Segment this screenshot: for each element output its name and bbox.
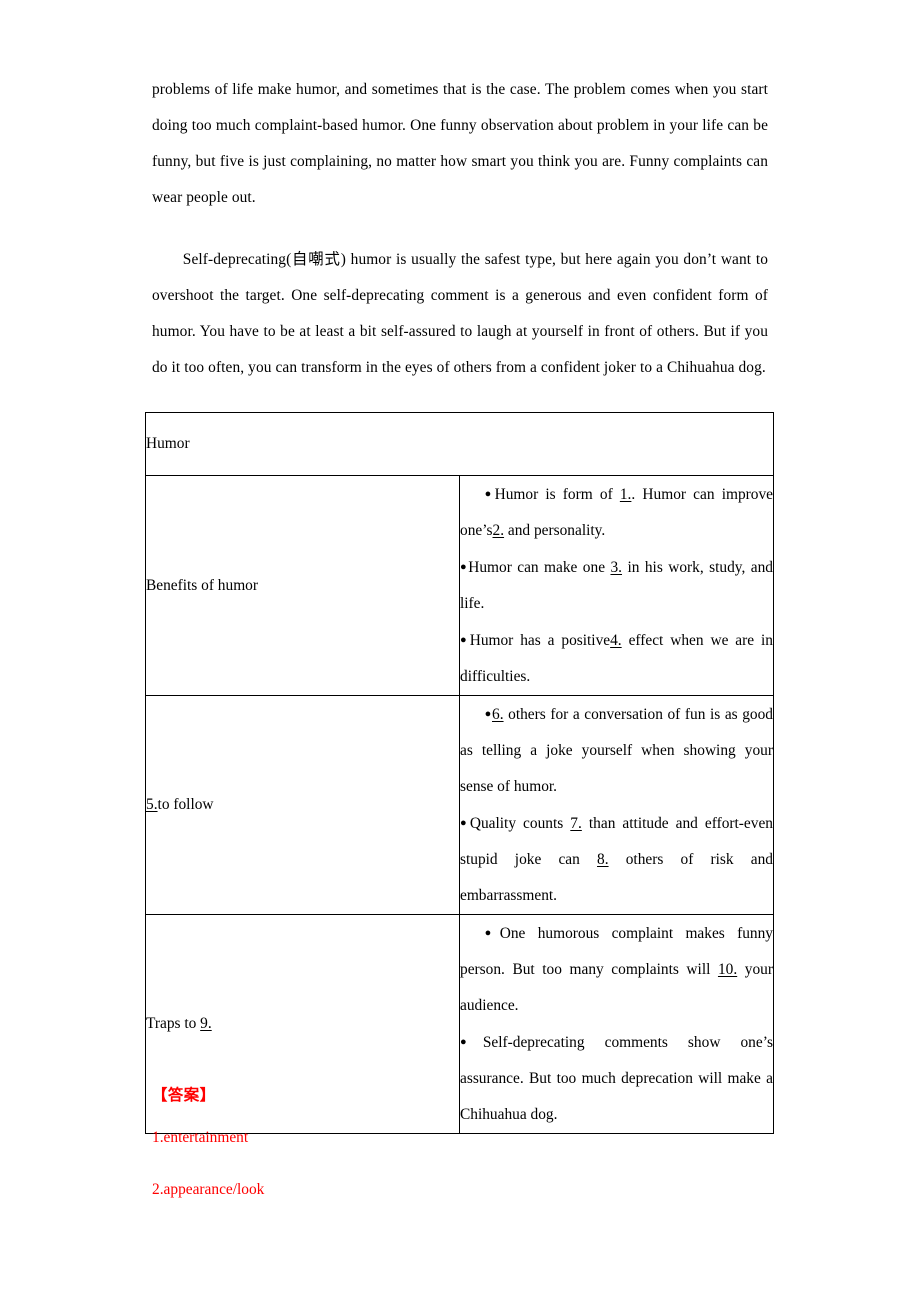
answer-blank: 8. — [597, 851, 609, 868]
label-suffix: to follow — [157, 796, 214, 813]
answer-blank: 1. — [619, 486, 632, 503]
answer-blank: 4. — [610, 632, 622, 649]
humor-summary-table: Humor Benefits of humor ●Humor is form o… — [145, 412, 774, 1134]
paragraph-1: problems of life make humor, and sometim… — [152, 81, 768, 206]
row-label-benefits: Benefits of humor — [145, 475, 460, 696]
seg: Humor is form of — [494, 486, 620, 503]
label-blank: 9. — [200, 1015, 212, 1032]
row-content-benefits: ●Humor is form of 1.. Humor can improve … — [459, 475, 774, 696]
bullet-icon: ● — [460, 634, 470, 646]
table-body: Humor Benefits of humor ●Humor is form o… — [145, 412, 774, 1134]
bullet-icon: ● — [484, 927, 500, 939]
seg: Humor has a positive — [469, 632, 611, 649]
paragraph-2: Self-deprecating(自嘲式) humor is usually t… — [152, 251, 768, 376]
bullet-icon: ● — [460, 1036, 483, 1048]
answer-heading: 【答案】 — [152, 1086, 216, 1104]
bullet-item: ●Quality counts 7. than attitude and eff… — [460, 805, 773, 914]
seg: and personality. — [504, 522, 606, 539]
answer-item-1: 1.entertainment — [152, 1129, 249, 1146]
bullet-icon: ● — [484, 708, 493, 720]
table-header-row: Humor — [145, 412, 774, 476]
seg: Quality counts — [469, 815, 571, 832]
bullet-item: ●One humorous complaint makes funny pers… — [460, 915, 773, 1024]
row-content-tips: ●6. others for a conversation of fun is … — [459, 695, 774, 915]
label-blank: 5. — [146, 796, 158, 813]
seg: others for a conversation of fun is as g… — [460, 706, 774, 795]
table-spacer — [152, 386, 768, 412]
answer-section: 【答案】 1.entertainment 2.appearance/look — [152, 1078, 768, 1216]
answer-blank: 2. — [492, 522, 505, 539]
bullet-item: ●Humor has a positive4. effect when we a… — [460, 622, 773, 695]
document-page: problems of life make humor, and sometim… — [0, 0, 920, 1302]
table-row: 5.to follow ●6. others for a conversatio… — [145, 695, 774, 915]
bullet-item: ●Humor can make one 3. in his work, stud… — [460, 549, 773, 622]
label-suffix: Benefits of humor — [146, 576, 258, 594]
row-label-tips: 5.to follow — [145, 695, 460, 915]
answer-blank: 6. — [492, 706, 504, 723]
seg: Humor can make one — [468, 559, 611, 576]
bullet-icon: ● — [484, 488, 495, 500]
bullet-item: ●Humor is form of 1.. Humor can improve … — [460, 476, 773, 549]
answer-blank: 10. — [717, 961, 738, 978]
answer-blank: 3. — [610, 559, 623, 576]
label-prefix: Traps to — [146, 1015, 201, 1032]
answer-item-2: 2.appearance/look — [152, 1181, 265, 1198]
answer-blank: 7. — [570, 815, 582, 832]
table-row: Benefits of humor ●Humor is form of 1.. … — [145, 475, 774, 696]
bullet-icon: ● — [460, 561, 469, 573]
document-body: problems of life make humor, and sometim… — [145, 72, 774, 1134]
table-title-cell: Humor — [145, 412, 774, 476]
bullet-icon: ● — [460, 817, 470, 829]
bullet-item: ●6. others for a conversation of fun is … — [460, 696, 773, 805]
